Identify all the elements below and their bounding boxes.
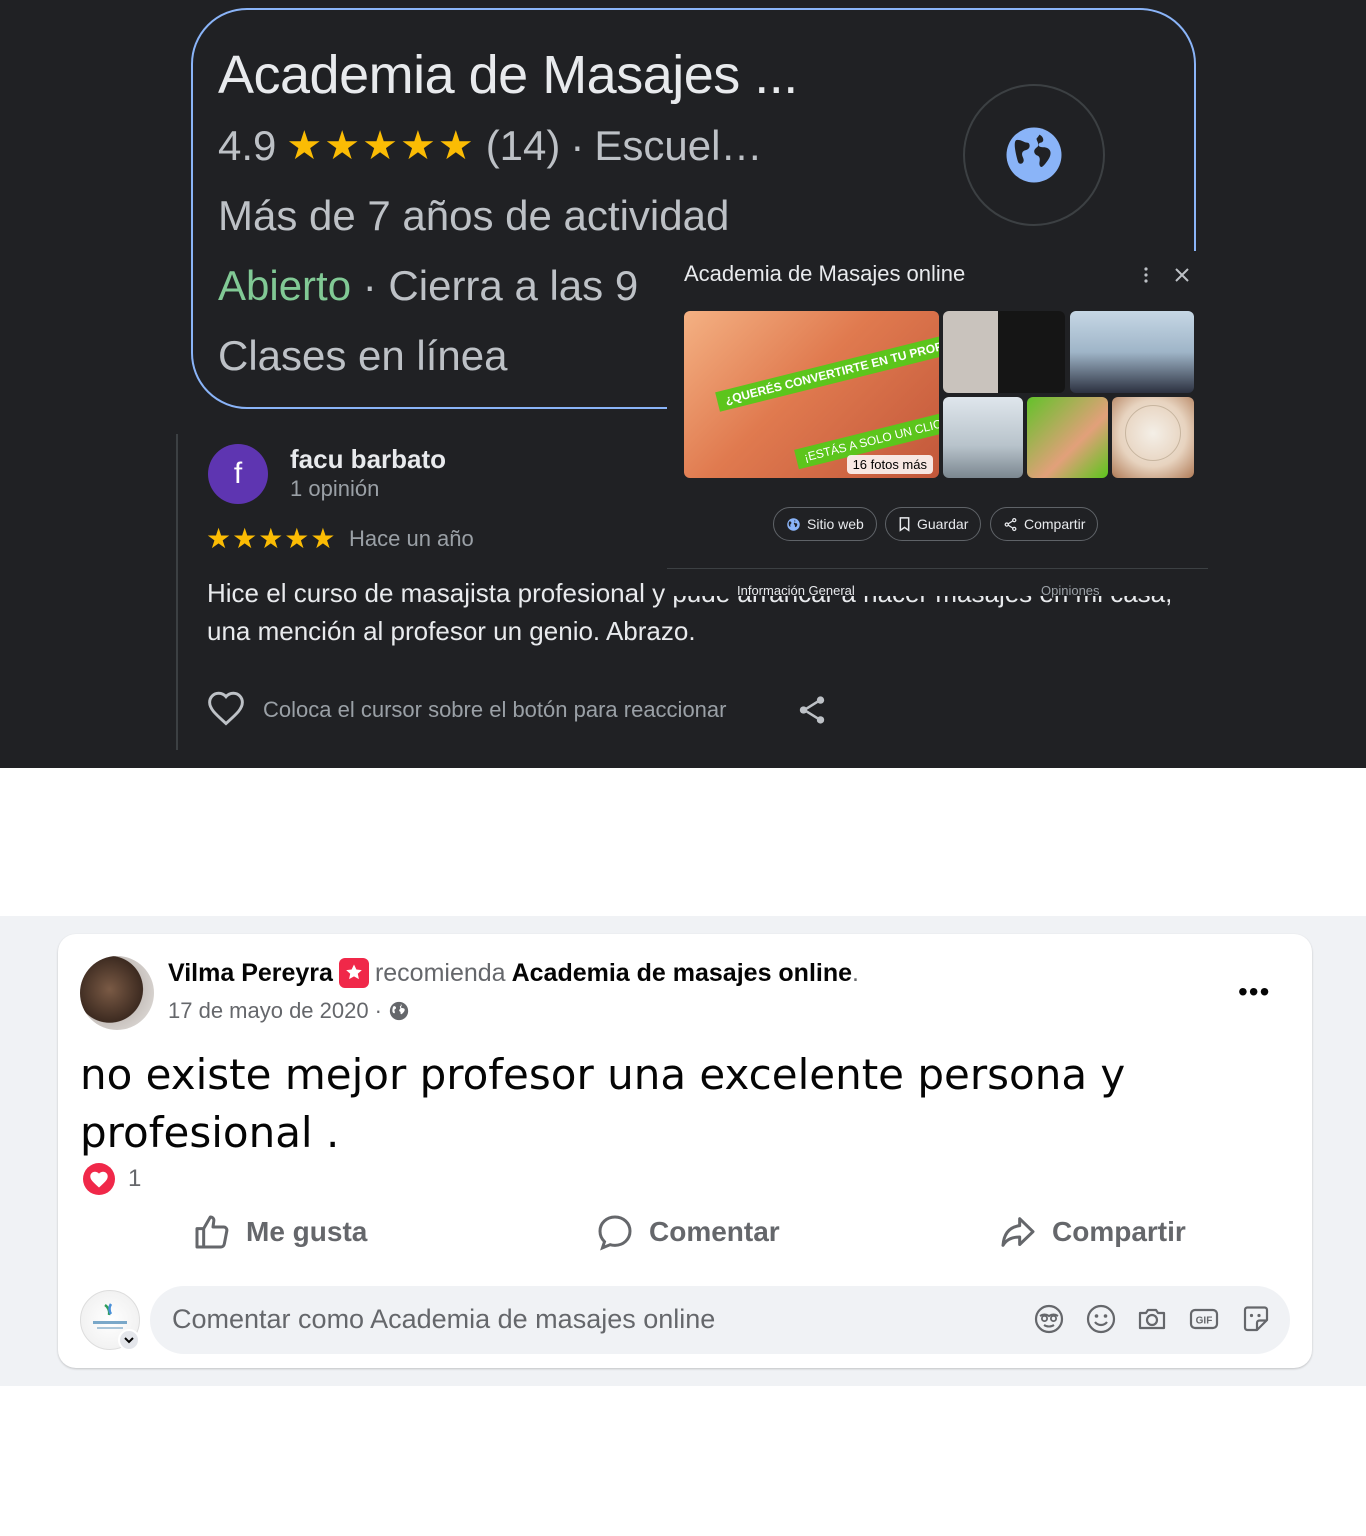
post-more-button[interactable]: ••• [1238,976,1270,1008]
globe-icon [1006,127,1062,183]
reviewer-avatar[interactable]: f [208,444,268,504]
google-maps-screenshot: Academia de Masajes ... 4.9 ★★★★★ (14) ·… [0,0,1366,768]
logo-ring [1125,405,1181,461]
review-stars: ★★★★★ [206,523,337,554]
close-icon[interactable] [1172,265,1192,285]
photo-banner-text: ¿QUERÉS CONVERTIRTE EN TU PROFESIONAL DE… [715,311,939,412]
reaction-summary[interactable]: 1 [82,1162,141,1196]
photo-thumbnail[interactable] [943,311,1065,393]
main-photo[interactable]: ¿QUERÉS CONVERTIRTE EN TU PROFESIONAL DE… [684,311,939,478]
knowledge-panel-title: Academia de Masajes online [684,261,966,286]
rating-value: 4.9 [218,122,277,169]
comment-icon [598,1215,632,1251]
emoji-icon[interactable] [1084,1302,1118,1336]
globe-icon [389,1001,409,1021]
react-button[interactable] [206,690,246,726]
thumbs-up-icon [195,1215,229,1249]
recommend-badge-icon [338,958,369,988]
photo-thumbnail[interactable] [1112,397,1194,478]
share-chip-button[interactable]: Compartir [990,507,1099,541]
review-time: Hace un año [349,526,474,551]
globe-icon [787,517,800,531]
avatar-sticker-icon[interactable] [1032,1302,1066,1336]
rating-stars: ★★★★★ [286,124,476,168]
post-meta: 17 de mayo de 2020 · [168,998,410,1024]
knowledge-panel: Academia de Masajes online ¿QUERÉS CONVE… [667,251,1208,598]
reviewer-review-count: 1 opinión [290,476,380,501]
love-reaction-icon [83,1163,115,1195]
share-arrow-icon [1001,1217,1035,1247]
recommend-verb: recomienda [374,958,506,987]
post-date[interactable]: 17 de mayo de 2020 [168,998,369,1024]
author-name[interactable]: Vilma Pereyra [168,959,333,988]
bookmark-icon [899,516,910,532]
page-name-link[interactable]: Academia de masajes online [512,959,852,988]
heart-outline-icon [208,691,244,726]
comment-placeholder: Comentar como Academia de masajes online [172,1304,716,1334]
separator: · [362,262,377,309]
meta-dot: · [374,998,382,1023]
tab-general-info[interactable]: Información General [737,583,855,598]
business-rating-row: 4.9 ★★★★★ (14) · Escuel… [218,122,762,170]
website-button[interactable] [963,84,1105,226]
open-status: Abierto [218,262,352,309]
review-share-button[interactable] [795,692,829,733]
reviewer-name[interactable]: facu barbato [290,444,446,475]
post-header: Vilma Pereyra recomienda Academia de mas… [168,958,859,988]
more-vert-icon[interactable] [1139,263,1153,287]
share-label: Compartir [1052,1216,1186,1247]
sticker-icon[interactable] [1239,1302,1273,1336]
business-years: Más de 7 años de actividad [218,192,730,239]
gif-icon[interactable]: GIF [1187,1302,1221,1336]
share-icon [1004,517,1017,531]
share-button[interactable]: Compartir [998,1212,1186,1252]
chevron-down-icon [124,1337,134,1344]
separator: · [570,122,585,169]
comment-label: Comentar [649,1216,780,1247]
website-chip-label: Sitio web [807,516,864,532]
react-hint: Coloca el cursor sobre el botón para rea… [263,697,727,722]
like-button[interactable]: Me gusta [192,1212,367,1252]
svg-text:GIF: GIF [1196,1316,1213,1327]
closing-hours: Cierra a las 9 [388,262,639,309]
profile-switch-button[interactable] [118,1329,140,1351]
business-hours-row: Abierto · Cierra a las 9 [218,262,638,310]
post-text: no existe mejor profesor una excelente p… [80,1050,1126,1157]
save-chip-label: Guardar [917,516,969,532]
website-chip-button[interactable]: Sitio web [773,507,877,541]
reviews-count[interactable]: (14) [486,122,561,170]
save-chip-button[interactable]: Guardar [885,507,982,541]
author-avatar[interactable] [80,956,154,1030]
like-label: Me gusta [246,1216,368,1247]
photo-thumbnail[interactable] [1070,311,1194,393]
photo-thumbnail[interactable] [1027,397,1108,478]
business-category: Escuel… [594,122,763,169]
comment-button[interactable]: Comentar [595,1212,780,1252]
business-title: Academia de Masajes ... [218,45,798,105]
camera-icon[interactable] [1135,1302,1169,1336]
share-chip-label: Compartir [1024,516,1086,532]
header-period: . [852,958,859,987]
divider [667,568,1208,569]
share-icon [799,696,825,724]
tab-reviews[interactable]: Opiniones [1041,583,1100,598]
more-photos-badge: 16 fotos más [846,455,933,474]
reaction-count: 1 [128,1165,142,1192]
business-service: Clases en línea [218,332,508,379]
photo-thumbnail[interactable] [943,397,1023,478]
